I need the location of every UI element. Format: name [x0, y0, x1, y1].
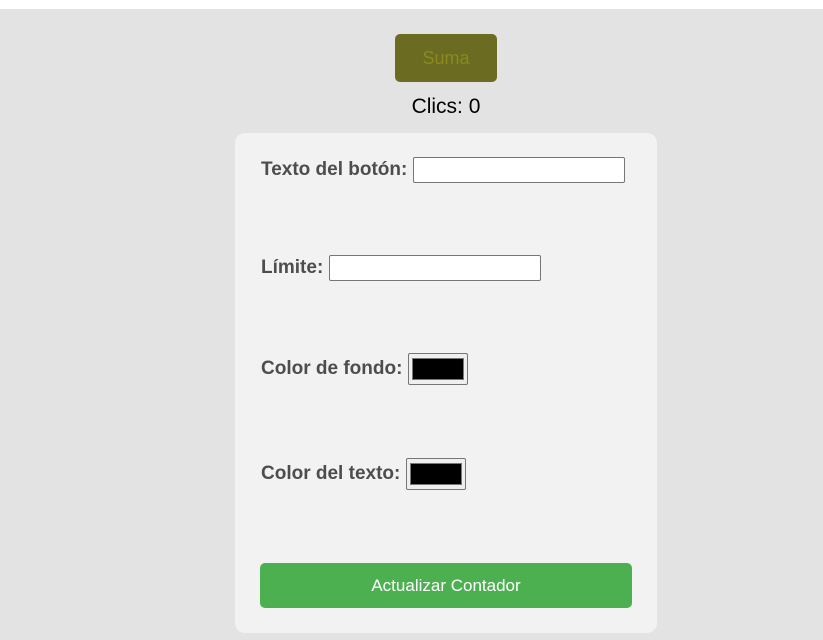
text-color-fill: [410, 463, 463, 485]
bg-color-picker[interactable]: [408, 353, 469, 385]
click-counter-text: Clics: 0: [411, 95, 481, 118]
button-text-label: Texto del botón:: [261, 159, 408, 180]
button-text-input[interactable]: [413, 157, 626, 183]
top-strip: [0, 0, 823, 9]
button-text-row: Texto del botón:: [261, 157, 626, 183]
text-color-label: Color del texto:: [261, 463, 401, 484]
text-color-picker[interactable]: [406, 458, 467, 490]
update-counter-button[interactable]: Actualizar Contador: [260, 563, 632, 608]
text-color-row: Color del texto:: [261, 458, 467, 490]
bg-color-fill: [412, 358, 465, 380]
limit-row: Límite:: [261, 255, 542, 281]
settings-panel: Texto del botón: Límite: Color de fondo:…: [235, 133, 657, 633]
bg-color-row: Color de fondo:: [261, 353, 469, 385]
bg-color-label: Color de fondo:: [261, 358, 403, 379]
limit-input[interactable]: [329, 255, 542, 281]
limit-label: Límite:: [261, 257, 324, 278]
sum-button[interactable]: Suma: [395, 34, 497, 82]
